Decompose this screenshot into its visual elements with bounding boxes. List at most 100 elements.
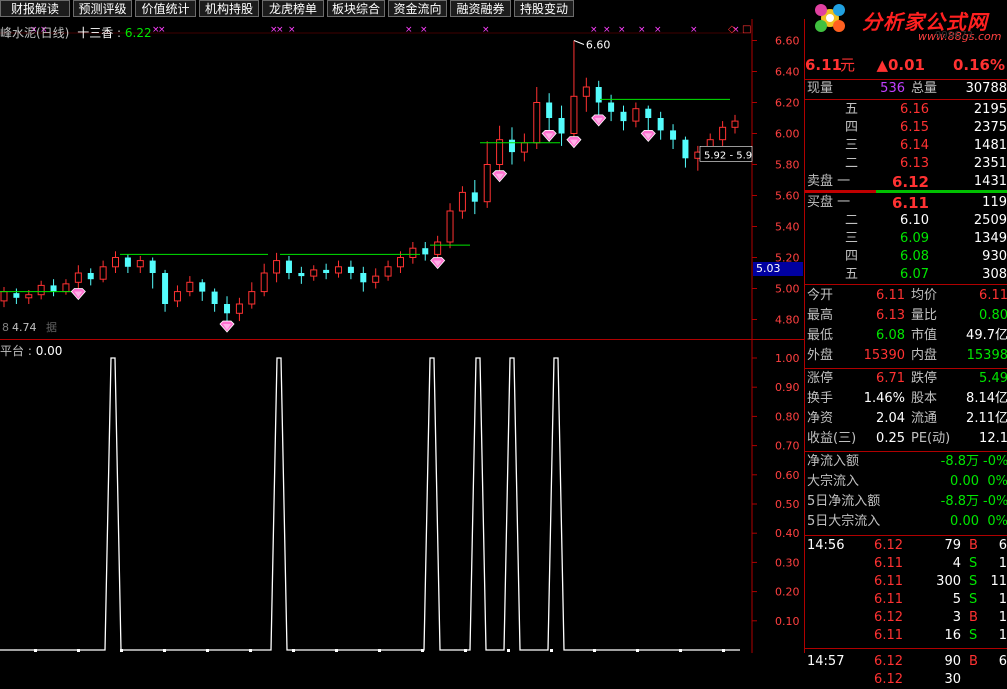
range-label: 5.92 - 5.9 bbox=[704, 150, 752, 161]
candle-body bbox=[211, 291, 218, 304]
bid-row: 二 6.10 2509 bbox=[805, 212, 1007, 230]
sub-y-tick-label: 0.80 bbox=[775, 410, 800, 423]
ask-price: 6.12 bbox=[891, 173, 929, 191]
tick-volume: 30 bbox=[944, 672, 961, 687]
stat-row: 外盘 15390 内盘 15398 bbox=[805, 347, 1007, 365]
sub-y-tick-label: 0.90 bbox=[775, 381, 800, 394]
zongliang-label: 总量 bbox=[911, 81, 938, 96]
bid-volume: 930 bbox=[982, 249, 1007, 264]
signal-gem-icon bbox=[70, 288, 86, 301]
diamond-marker: ◇ bbox=[728, 24, 736, 35]
high-pointer bbox=[573, 40, 585, 45]
candle-body bbox=[496, 139, 504, 165]
flow-value: -8.8万 bbox=[940, 494, 979, 509]
candle-body bbox=[136, 260, 144, 268]
baseline-dot bbox=[249, 649, 252, 652]
candle-body bbox=[224, 304, 231, 314]
tick-count: 11 bbox=[990, 574, 1007, 589]
tick-price: 6.11 bbox=[874, 628, 903, 643]
tick-price: 6.12 bbox=[874, 654, 903, 669]
bid-price: 6.08 bbox=[900, 249, 929, 264]
baseline-dot bbox=[335, 649, 338, 652]
bid-price: 6.09 bbox=[900, 231, 929, 246]
stat-label: 股本 bbox=[911, 391, 938, 406]
toolbar-button-0[interactable]: 财报解读 bbox=[0, 0, 70, 17]
toolbar-button-2[interactable]: 价值统计 bbox=[135, 0, 196, 17]
signal-gem-icon bbox=[566, 136, 582, 149]
stat-label: 流通 bbox=[911, 411, 938, 426]
tick-volume: 5 bbox=[952, 592, 961, 607]
candle-body bbox=[731, 120, 739, 128]
tick-time: 14:56 bbox=[807, 538, 845, 553]
toolbar-button-7[interactable]: 融资融券 bbox=[450, 0, 511, 17]
candle-body bbox=[347, 266, 354, 273]
toolbar-button-1[interactable]: 预测评级 bbox=[73, 0, 132, 17]
stat-value: 6.71 bbox=[876, 371, 905, 386]
candle-body bbox=[50, 285, 57, 292]
ask-label: 二 bbox=[845, 156, 859, 171]
bid-label: 四 bbox=[845, 249, 859, 264]
platform-indicator-chart[interactable]: 1.00 0.90 0.80 0.70 0.60 0.50 0.40 0.30 0.20 0.10 bbox=[0, 340, 804, 653]
panel-divider bbox=[805, 284, 1007, 285]
candle-body bbox=[248, 291, 256, 305]
flow-label: 5日净流入额 bbox=[807, 494, 881, 509]
price-unit: 元 bbox=[840, 56, 856, 74]
baseline-dot bbox=[378, 649, 381, 652]
tick-volume: 16 bbox=[944, 628, 961, 643]
bid-volume: 119 bbox=[982, 195, 1007, 210]
tick-price: 6.11 bbox=[874, 592, 903, 607]
candle-body bbox=[657, 118, 664, 131]
tick-count: 6 bbox=[998, 654, 1007, 669]
bid-volume: 2509 bbox=[973, 213, 1007, 228]
tick-side: S bbox=[969, 592, 978, 607]
bid-price: 6.11 bbox=[891, 194, 929, 212]
candle-body bbox=[471, 192, 478, 202]
stat-value: 6.13 bbox=[876, 308, 905, 323]
y-tick-label: 4.80 bbox=[775, 314, 800, 327]
stat-value: 8.14亿 bbox=[966, 391, 1007, 406]
stat-value: 0.25 bbox=[876, 431, 905, 446]
bid-volume: 1349 bbox=[973, 231, 1007, 246]
panel-divider bbox=[805, 99, 1007, 100]
candle-body bbox=[124, 257, 131, 267]
ask-row: 四 6.15 2375 bbox=[805, 119, 1007, 137]
bid-price: 6.10 bbox=[900, 213, 929, 228]
bid-row: 五 6.07 308 bbox=[805, 266, 1007, 284]
toolbar-button-5[interactable]: 板块综合 bbox=[327, 0, 385, 17]
stat-value: 15398 bbox=[966, 348, 1007, 363]
tick-count: 1 bbox=[998, 610, 1007, 625]
tick-row: 14:57 6.12 90 B 6 bbox=[805, 653, 1007, 671]
tick-price: 6.12 bbox=[874, 610, 903, 625]
signal-mark: × bbox=[482, 25, 490, 35]
bid-label: 买盘 一 bbox=[807, 195, 851, 210]
stat-label: 跌停 bbox=[911, 371, 938, 386]
candlestick-chart[interactable]: 6.606.406.206.005.805.605.405.205.004.80… bbox=[0, 19, 804, 339]
signal-gem-icon bbox=[430, 257, 446, 270]
candle-body bbox=[483, 164, 491, 203]
candle-body bbox=[273, 260, 281, 274]
volume-row: 现量 536 总量 30788 bbox=[805, 80, 1007, 98]
candle-body bbox=[186, 281, 194, 293]
candle-body bbox=[608, 102, 615, 112]
toolbar-button-6[interactable]: 资金流向 bbox=[388, 0, 447, 17]
stat-label: 涨停 bbox=[807, 371, 834, 386]
toolbar-button-8[interactable]: 持股变动 bbox=[514, 0, 574, 17]
stat-row: 收益(三) 0.25 PE(动) 12.1 bbox=[805, 430, 1007, 448]
signal-gem-icon bbox=[640, 130, 656, 143]
signal-gem-icon bbox=[492, 170, 508, 183]
candle-body bbox=[112, 257, 120, 268]
baseline-dot bbox=[34, 649, 37, 652]
toolbar-button-3[interactable]: 机构持股 bbox=[199, 0, 259, 17]
signal-mark: × bbox=[420, 25, 428, 35]
stat-value: 49.7亿 bbox=[966, 328, 1007, 343]
ask-volume: 1481 bbox=[973, 138, 1007, 153]
candle-body bbox=[620, 111, 627, 122]
stat-value: 5.49 bbox=[979, 371, 1007, 386]
signal-mark: × bbox=[158, 25, 166, 35]
candle-body bbox=[645, 108, 652, 118]
toolbar-button-4[interactable]: 龙虎榜单 bbox=[262, 0, 324, 17]
ask-row: 卖盘 一 6.12 1431 bbox=[805, 173, 1007, 191]
signal-gem-icon bbox=[219, 320, 235, 333]
high-label: 6.60 bbox=[586, 39, 611, 52]
order-balance-bar bbox=[805, 190, 1007, 193]
